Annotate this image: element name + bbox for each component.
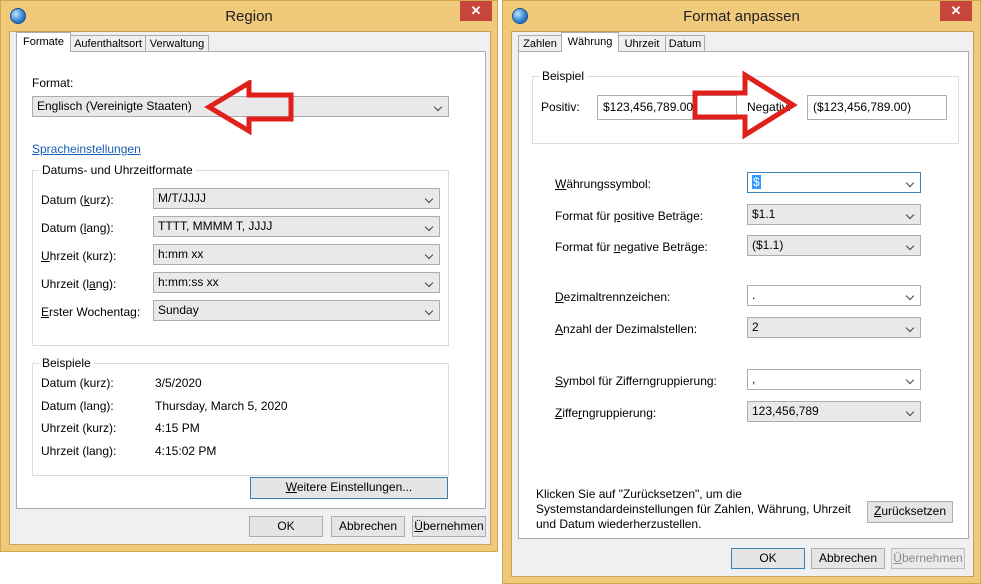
region-title: Region [225,8,273,25]
example-value: 4:15:02 PM [155,444,217,458]
grouping-symbol-value: , [752,372,756,386]
format-select[interactable]: Englisch (Vereinigte Staaten) [32,96,449,117]
tab-verwaltung[interactable]: Verwaltung [145,35,209,51]
formate-panel: Format: Englisch (Vereinigte Staaten) Sp… [16,51,486,509]
example-group-title: Beispiel [539,69,588,83]
short-time-value: h:mm xx [158,247,204,261]
short-time-select[interactable]: h:mm xx [153,244,440,265]
region-apply-button[interactable]: Übernehmen [412,516,486,537]
first-weekday-label: Erster Wochentag: [41,305,141,319]
chevron-down-icon [905,370,917,389]
long-date-value: TTTT, MMMM T, JJJJ [158,219,273,233]
chevron-down-icon [905,318,917,337]
region-client: Formate Aufenthaltsort Verwaltung Format… [9,31,491,545]
region-ok-button[interactable]: OK [249,516,323,537]
more-settings-button[interactable]: Weitere Einstellungen... [250,477,448,499]
negative-label: Negativ: [747,100,792,114]
digit-grouping-value: 123,456,789 [752,404,819,418]
tab-formate[interactable]: Formate [16,32,71,52]
positive-format-value: $1.1 [752,207,776,221]
long-date-label: Datum (lang): [41,221,114,235]
region-close-button[interactable]: ✕ [460,1,492,21]
waehrung-panel: Beispiel Positiv: $123,456,789.00 Negati… [518,51,969,539]
decimal-places-select[interactable]: 2 [747,317,921,338]
example-label: Uhrzeit (kurz): [41,421,117,435]
example-label: Uhrzeit (lang): [41,444,117,458]
short-date-label: Datum (kurz): [41,193,114,207]
decimal-separator-value: . [752,288,756,302]
decimal-places-value: 2 [752,320,759,334]
examples-title: Beispiele [39,356,94,370]
negative-format-label: Format für negative Beträge: [555,240,708,254]
chevron-down-icon [424,273,436,292]
decimal-places-label: Anzahl der Dezimalstellen: [555,322,698,336]
tab-aufenthaltsort[interactable]: Aufenthaltsort [70,35,146,51]
example-value: Thursday, March 5, 2020 [155,399,288,413]
negative-format-value: ($1.1) [752,238,784,252]
negative-format-select[interactable]: ($1.1) [747,235,921,256]
example-label: Datum (kurz): [41,376,114,390]
short-date-value: M/T/JJJJ [158,191,206,205]
first-weekday-value: Sunday [158,303,199,317]
chevron-down-icon [433,97,445,116]
grouping-symbol-select[interactable]: , [747,369,921,390]
digit-grouping-select[interactable]: 123,456,789 [747,401,921,422]
format-titlebar[interactable]: Format anpassen ✕ [503,1,980,31]
positive-format-label: Format für positive Beträge: [555,209,704,223]
chevron-down-icon [905,402,917,421]
long-date-select[interactable]: TTTT, MMMM T, JJJJ [153,216,440,237]
long-time-select[interactable]: h:mm:ss xx [153,272,440,293]
tab-zahlen[interactable]: Zahlen [518,35,562,51]
region-cancel-button[interactable]: Abbrechen [331,516,405,537]
positive-format-select[interactable]: $1.1 [747,204,921,225]
format-title: Format anpassen [683,8,800,25]
chevron-down-icon [905,173,917,192]
format-close-button[interactable]: ✕ [940,1,972,21]
datetime-formats-title: Datums- und Uhrzeitformate [39,163,196,177]
currency-symbol-select[interactable]: $ [747,172,921,193]
format-cancel-button[interactable]: Abbrechen [811,548,885,569]
format-ok-button[interactable]: OK [731,548,805,569]
first-weekday-select[interactable]: Sunday [153,300,440,321]
chevron-down-icon [424,245,436,264]
decimal-separator-select[interactable]: . [747,285,921,306]
positive-example-field: $123,456,789.00 [597,95,737,120]
currency-symbol-label: Währungssymbol: [555,177,652,191]
long-time-label: Uhrzeit (lang): [41,277,117,291]
region-window: Region ✕ Formate Aufenthaltsort Verwaltu… [0,0,498,552]
example-value: 4:15 PM [155,421,200,435]
reset-button[interactable]: Zurücksetzen [867,501,953,523]
format-label: Format: [32,76,74,90]
chevron-down-icon [424,189,436,208]
format-apply-button[interactable]: Übernehmen [891,548,965,569]
language-settings-link[interactable]: Spracheinstellungen [32,142,141,156]
currency-symbol-value: $ [752,175,761,189]
format-client: Zahlen Währung Uhrzeit Datum Beispiel Po… [511,31,974,577]
short-time-label: Uhrzeit (kurz): [41,249,117,263]
tab-waehrung[interactable]: Währung [561,32,619,52]
chevron-down-icon [905,286,917,305]
positive-label: Positiv: [541,100,580,114]
format-window: Format anpassen ✕ Zahlen Währung Uhrzeit… [502,0,981,584]
short-date-select[interactable]: M/T/JJJJ [153,188,440,209]
reset-info-text: Klicken Sie auf "Zurücksetzen", um die S… [536,487,851,531]
tab-uhrzeit[interactable]: Uhrzeit [618,35,666,51]
example-value: 3/5/2020 [155,376,202,390]
example-label: Datum (lang): [41,399,114,413]
format-select-value: Englisch (Vereinigte Staaten) [37,99,192,113]
negative-example-field: ($123,456,789.00) [807,95,947,120]
digit-grouping-label: Zifferngruppierung: [555,406,657,420]
tab-datum[interactable]: Datum [665,35,705,51]
region-titlebar[interactable]: Region ✕ [1,1,497,31]
chevron-down-icon [424,217,436,236]
grouping-symbol-label: Symbol für Zifferngruppierung: [555,374,717,388]
chevron-down-icon [905,236,917,255]
chevron-down-icon [424,301,436,320]
decimal-separator-label: Dezimaltrennzeichen: [555,290,671,304]
long-time-value: h:mm:ss xx [158,275,219,289]
chevron-down-icon [905,205,917,224]
